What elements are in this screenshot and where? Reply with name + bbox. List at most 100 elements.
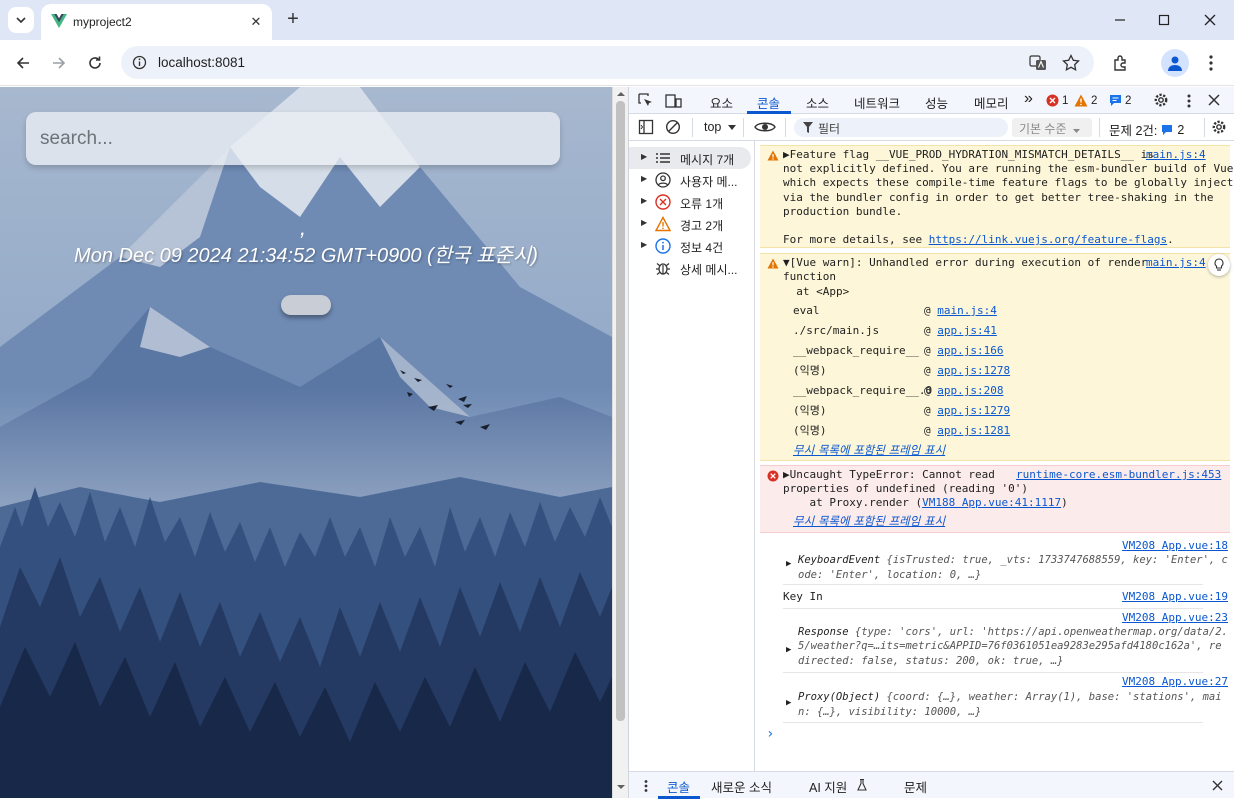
warning-counter[interactable]: 2 xyxy=(1074,94,1097,107)
new-tab-button[interactable]: + xyxy=(283,9,303,29)
stack-link[interactable]: app.js:166 xyxy=(937,344,1003,357)
sidebar-item-user-messages[interactable]: ▶ 사용자 메... xyxy=(629,169,754,191)
maximize-button[interactable] xyxy=(1151,8,1177,32)
insights-button[interactable] xyxy=(1208,254,1230,276)
console-prompt[interactable]: › xyxy=(766,727,774,742)
error-counter[interactable]: 1 xyxy=(1046,94,1068,107)
source-link[interactable]: main.js:4 xyxy=(1146,148,1206,162)
source-link[interactable]: main.js:4 xyxy=(1146,256,1206,270)
expand-arrow-icon[interactable]: ▶ xyxy=(786,696,791,710)
browser-menu-button[interactable] xyxy=(1199,51,1223,75)
tab-console[interactable]: 콘솔 xyxy=(757,93,780,112)
source-link[interactable]: VM208 App.vue:18 xyxy=(1122,539,1228,553)
context-selector[interactable]: top xyxy=(704,120,721,134)
stack-link[interactable]: app.js:41 xyxy=(937,324,997,337)
extensions-button[interactable] xyxy=(1109,51,1133,75)
scroll-up-icon[interactable] xyxy=(617,91,625,97)
drawer-tab-ai-assistance[interactable]: AI 지원 xyxy=(809,777,847,796)
log-levels-dropdown[interactable]: 기본 수준 xyxy=(1012,118,1092,137)
scrollbar-thumb[interactable] xyxy=(616,101,625,721)
address-bar[interactable]: localhost:8081 xyxy=(121,46,1094,79)
clear-console-icon[interactable] xyxy=(665,119,681,135)
sidebar-item-messages[interactable]: ▶ 메시지 7개 xyxy=(629,147,754,169)
expand-arrow-icon[interactable]: ▶ xyxy=(786,643,791,657)
close-devtools-icon[interactable] xyxy=(1208,94,1220,106)
tab-sources[interactable]: 소스 xyxy=(806,93,829,112)
forward-button[interactable] xyxy=(47,51,71,75)
show-ignored-frames-link[interactable]: 무시 목록에 포함된 프레임 표시 xyxy=(793,514,945,528)
console-settings-gear-icon[interactable] xyxy=(1211,119,1227,135)
drawer-tab-issues[interactable]: 문제 xyxy=(904,777,927,796)
minimize-button[interactable] xyxy=(1107,8,1133,32)
tab-elements[interactable]: 요소 xyxy=(710,93,733,112)
tab-network[interactable]: 네트워크 xyxy=(854,93,900,112)
source-link[interactable]: VM208 App.vue:27 xyxy=(1122,675,1228,689)
console-log-message[interactable]: Key In VM208 App.vue:19 xyxy=(783,588,1231,606)
search-input[interactable]: search... xyxy=(26,112,560,165)
browser-tab[interactable]: myproject2 ✕ xyxy=(41,4,272,40)
stack-link[interactable]: app.js:208 xyxy=(937,384,1003,397)
expand-arrow-icon[interactable]: ▶ xyxy=(783,148,790,161)
expand-arrow-icon[interactable]: ▶ xyxy=(783,468,790,481)
show-ignored-frames-link[interactable]: 무시 목록에 포함된 프레임 표시 xyxy=(793,443,945,457)
scroll-down-icon[interactable] xyxy=(617,784,625,790)
more-tabs-button[interactable]: » xyxy=(1024,90,1033,108)
more-vertical-icon[interactable] xyxy=(1186,93,1192,109)
lightbulb-icon xyxy=(1214,258,1224,271)
tab-close-button[interactable]: ✕ xyxy=(247,13,265,31)
drawer-tab-whats-new[interactable]: 새로운 소식 xyxy=(711,777,772,796)
sidebar-item-errors[interactable]: ▶ 오류 1개 xyxy=(629,191,754,213)
maximize-icon xyxy=(1158,14,1170,26)
source-link[interactable]: VM208 App.vue:19 xyxy=(1122,590,1228,604)
filter-input[interactable]: 필터 xyxy=(794,118,1008,137)
settings-gear-icon[interactable] xyxy=(1153,92,1169,108)
expand-arrow-icon[interactable]: ▶ xyxy=(786,557,791,571)
tab-memory[interactable]: 메모리 xyxy=(974,93,1009,112)
drawer-menu-icon[interactable] xyxy=(643,779,649,793)
source-link[interactable]: runtime-core.esm-bundler.js:453 xyxy=(1016,468,1221,482)
stack-link[interactable]: app.js:1279 xyxy=(937,404,1010,417)
close-window-button[interactable] xyxy=(1197,8,1223,32)
collapse-arrow-icon[interactable]: ▼ xyxy=(783,256,790,269)
sidebar-item-info[interactable]: ▶ 정보 4건 xyxy=(629,235,754,257)
close-drawer-icon[interactable] xyxy=(1212,780,1223,791)
feature-flags-link[interactable]: https://link.vuejs.org/feature-flags xyxy=(929,233,1167,246)
message-divider xyxy=(783,584,1203,585)
stack-frame: (익명) xyxy=(793,404,827,417)
page-scrollbar[interactable] xyxy=(612,87,628,798)
eye-icon[interactable] xyxy=(754,120,776,134)
warning-icon xyxy=(767,258,779,269)
drawer-tab-console[interactable]: 콘솔 xyxy=(667,777,690,796)
profile-button[interactable] xyxy=(1161,49,1189,77)
sidebar-item-warnings[interactable]: ▶ 경고 2개 xyxy=(629,213,754,235)
issues-button[interactable]: 문제 2건: 2 xyxy=(1109,120,1184,139)
stack-link[interactable]: app.js:1278 xyxy=(937,364,1010,377)
vm-source-link[interactable]: VM188 App.vue:41:1117 xyxy=(922,496,1061,509)
translate-icon[interactable] xyxy=(1029,54,1047,72)
console-log-message[interactable]: VM208 App.vue:23 ▶ Response {type: 'cors… xyxy=(783,611,1231,669)
console-log-message[interactable]: VM208 App.vue:18 ▶ KeyboardEvent {isTrus… xyxy=(783,539,1231,581)
device-toolbar-icon[interactable] xyxy=(665,93,683,109)
sidebar-item-verbose[interactable]: 상세 메시... xyxy=(629,257,754,279)
tab-performance[interactable]: 성능 xyxy=(925,93,948,112)
back-button[interactable] xyxy=(11,51,35,75)
list-icon xyxy=(656,153,670,163)
stack-link[interactable]: app.js:1281 xyxy=(937,424,1010,437)
sidebar-toggle-icon[interactable] xyxy=(638,119,654,135)
url-text[interactable]: localhost:8081 xyxy=(158,55,245,70)
toolbar-divider-2 xyxy=(743,118,744,137)
site-info-icon[interactable] xyxy=(132,55,147,70)
error-icon xyxy=(1046,94,1059,107)
info-counter[interactable]: 2 xyxy=(1109,94,1131,107)
console-error-message[interactable]: ▶Uncaught TypeError: Cannot read runtime… xyxy=(760,465,1230,533)
tab-search-button[interactable] xyxy=(8,7,34,33)
reload-button[interactable] xyxy=(83,51,107,75)
source-link[interactable]: VM208 App.vue:23 xyxy=(1122,611,1228,625)
filter-icon xyxy=(803,122,813,133)
star-icon[interactable] xyxy=(1062,54,1080,72)
console-log-message[interactable]: VM208 App.vue:27 ▶ Proxy(Object) {coord:… xyxy=(783,675,1231,719)
console-warning-message[interactable]: ▼[Vue warn]: Unhandled error during exec… xyxy=(760,253,1230,461)
inspect-element-icon[interactable] xyxy=(638,93,654,109)
console-warning-message[interactable]: ▶Feature flag __VUE_PROD_HYDRATION_MISMA… xyxy=(760,145,1234,248)
stack-link[interactable]: main.js:4 xyxy=(937,304,997,317)
